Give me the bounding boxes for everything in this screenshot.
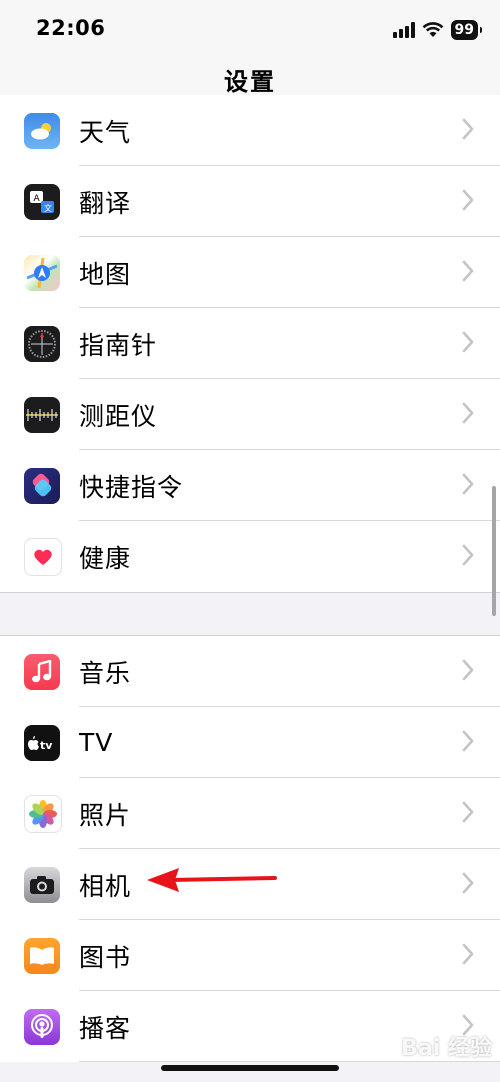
- section-gap: [0, 592, 500, 636]
- watermark-text: Bai 经验: [401, 1036, 492, 1061]
- settings-row-measure[interactable]: 测距仪: [0, 379, 500, 450]
- settings-row-label: 天气: [79, 117, 132, 147]
- svg-text:tv: tv: [40, 739, 53, 751]
- settings-row-books[interactable]: 图书: [0, 920, 500, 991]
- annotation-arrow: [147, 868, 277, 892]
- settings-row-compass[interactable]: 指南针: [0, 308, 500, 379]
- signal-icon: [392, 22, 415, 38]
- settings-row-weather[interactable]: 天气: [0, 95, 500, 166]
- chevron-right-icon: [462, 402, 474, 424]
- settings-row-label: 音乐: [79, 658, 132, 688]
- status-time: 22:06: [36, 16, 106, 40]
- chevron-right-icon: [462, 659, 474, 681]
- chevron-right-icon: [462, 473, 474, 495]
- settings-row-label: 图书: [79, 942, 132, 972]
- settings-row-label: TV: [79, 728, 114, 757]
- svg-text:A: A: [34, 194, 41, 204]
- settings-group-media: 音乐 tv TV 照片 相机 图书 播客: [0, 636, 500, 1062]
- battery-icon: 99: [450, 20, 483, 40]
- settings-row-shortcuts[interactable]: 快捷指令: [0, 450, 500, 521]
- scroll-indicator[interactable]: [492, 486, 496, 616]
- settings-row-label: 指南针: [79, 330, 158, 360]
- settings-row-label: 播客: [79, 1013, 132, 1043]
- chevron-right-icon: [462, 730, 474, 752]
- chevron-right-icon: [462, 118, 474, 140]
- settings-row-label: 翻译: [79, 188, 132, 218]
- compass-icon: [24, 325, 60, 362]
- settings-row-label: 健康: [79, 543, 132, 573]
- svg-text:文: 文: [44, 203, 52, 213]
- music-icon: [24, 653, 60, 690]
- settings-row-label: 相机: [79, 871, 132, 901]
- settings-row-health[interactable]: 健康: [0, 521, 500, 592]
- weather-icon: [24, 112, 60, 149]
- settings-row-label: 地图: [79, 259, 132, 289]
- tv-icon: tv: [24, 724, 60, 761]
- chevron-right-icon: [462, 544, 474, 566]
- settings-row-translate[interactable]: A文 翻译: [0, 166, 500, 237]
- settings-row-label: 照片: [79, 800, 132, 830]
- settings-group-apps: 天气 A文 翻译 地图 指南针 测距仪 快捷指令 健康: [0, 95, 500, 592]
- chevron-right-icon: [462, 872, 474, 894]
- settings-row-tv[interactable]: tv TV: [0, 707, 500, 778]
- settings-list: 天气 A文 翻译 地图 指南针 测距仪 快捷指令 健康 音乐 tv TV 照片 …: [0, 95, 500, 1062]
- status-icons: 99: [392, 18, 483, 42]
- settings-row-label: 测距仪: [79, 401, 158, 431]
- books-icon: [24, 937, 60, 974]
- settings-row-photos[interactable]: 照片: [0, 778, 500, 849]
- podcasts-icon: [24, 1008, 60, 1045]
- measure-icon: [24, 396, 60, 433]
- home-indicator[interactable]: [161, 1065, 339, 1071]
- translate-icon: A文: [24, 183, 60, 220]
- chevron-right-icon: [462, 189, 474, 211]
- chevron-right-icon: [462, 801, 474, 823]
- photos-icon: [24, 794, 62, 833]
- chevron-right-icon: [462, 331, 474, 353]
- camera-icon: [24, 866, 60, 903]
- settings-row-maps[interactable]: 地图: [0, 237, 500, 308]
- status-bar: 22:06 99: [0, 0, 500, 60]
- chevron-right-icon: [462, 260, 474, 282]
- settings-row-label: 快捷指令: [79, 472, 184, 502]
- maps-icon: [24, 254, 60, 291]
- health-icon: [24, 537, 62, 576]
- chevron-right-icon: [462, 943, 474, 965]
- settings-row-music[interactable]: 音乐: [0, 636, 500, 707]
- shortcuts-icon: [24, 467, 60, 504]
- wifi-icon: [422, 22, 443, 37]
